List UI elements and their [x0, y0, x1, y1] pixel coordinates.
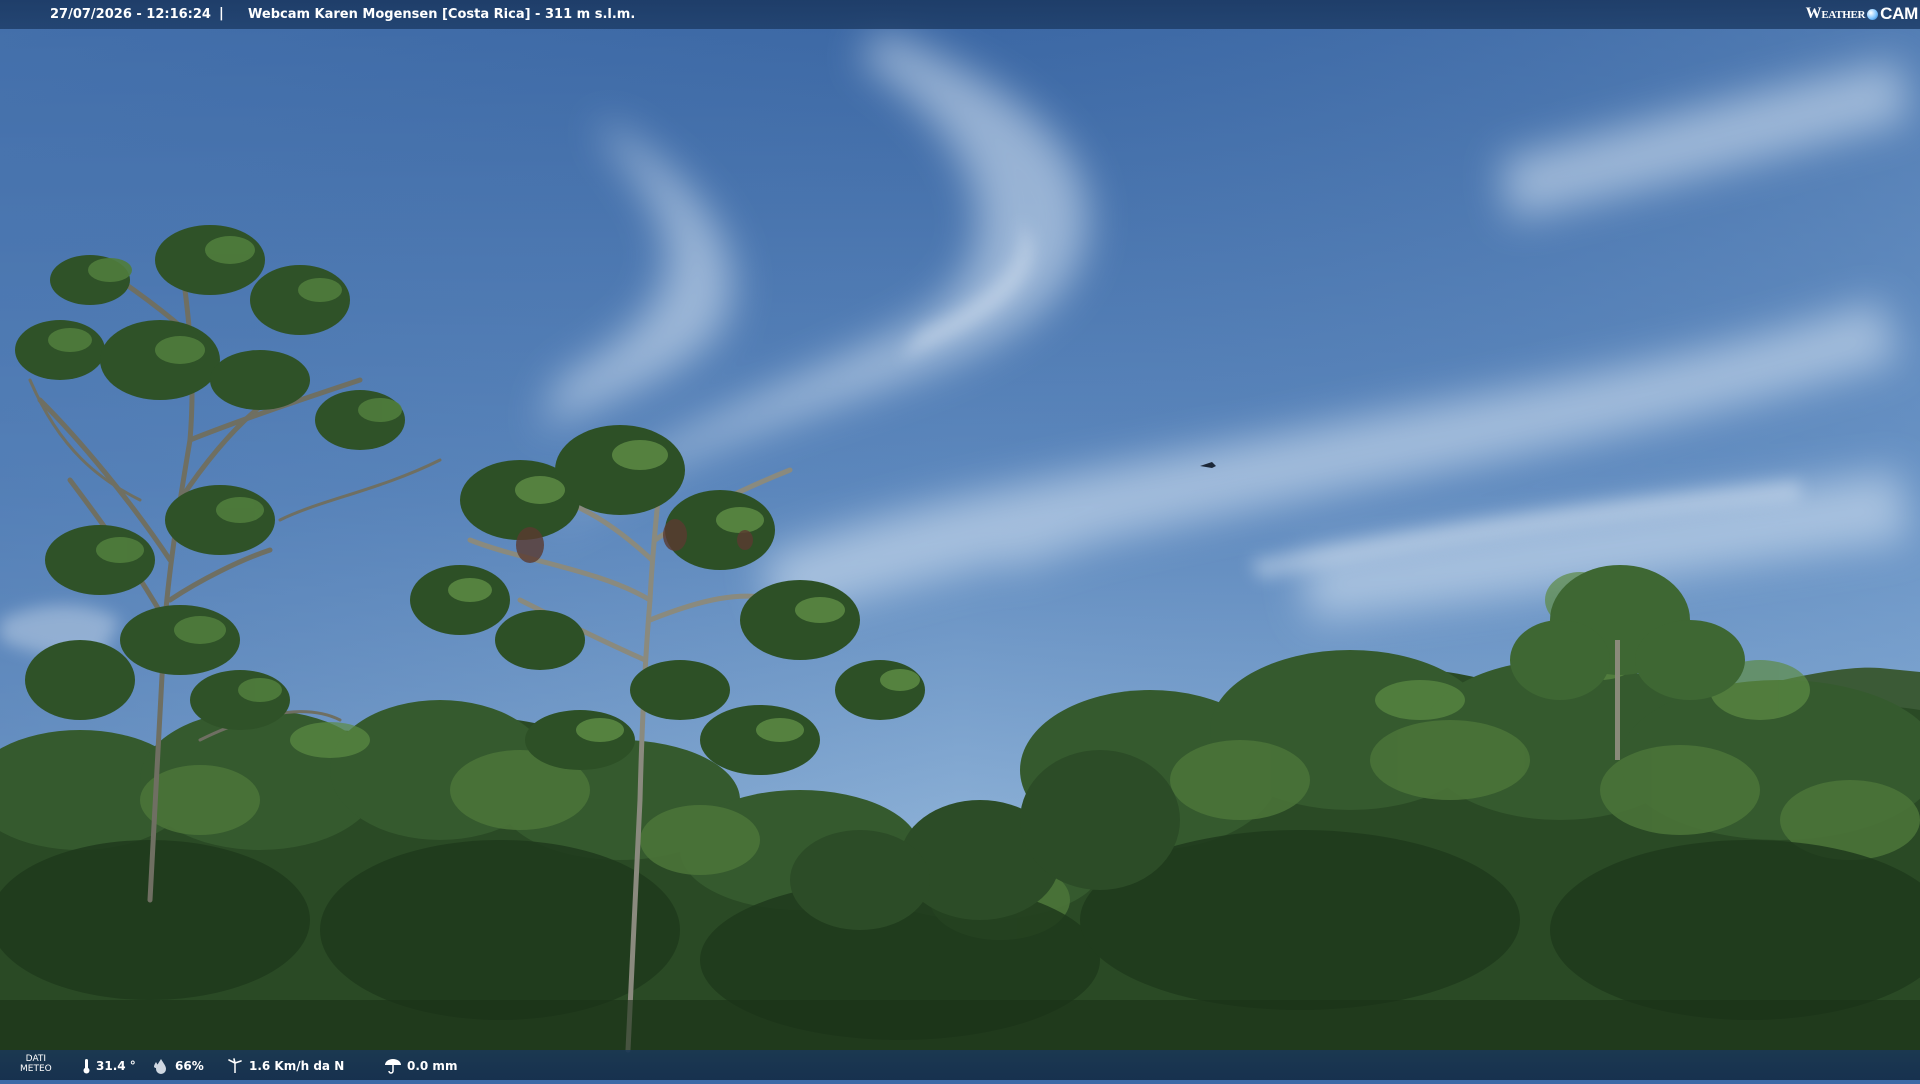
- humidity-metric: 66%: [152, 1058, 204, 1074]
- separator: |: [219, 6, 224, 21]
- weather-data-label: DATI METEO: [20, 1054, 52, 1074]
- rain-value: 0.0 mm: [407, 1059, 458, 1073]
- logo-word-cam: CAM: [1880, 4, 1918, 23]
- globe-icon: [1867, 8, 1879, 20]
- webcam-image: [0, 0, 1920, 1080]
- wind-icon: [226, 1058, 244, 1074]
- landscape-photo: [0, 0, 1920, 1080]
- webcam-title: Webcam Karen Mogensen [Costa Rica] - 311…: [248, 7, 636, 22]
- temperature-metric: 31.4 °: [82, 1058, 136, 1074]
- rain-metric: 0.0 mm: [384, 1058, 457, 1074]
- label-line-1: DATI: [25, 1054, 47, 1064]
- logo-word-weather: Weather: [1805, 5, 1866, 22]
- wind-metric: 1.6 Km/h da N: [226, 1058, 344, 1074]
- humidity-icon: [152, 1058, 170, 1074]
- wind-value: 1.6 Km/h da N: [249, 1059, 345, 1073]
- temperature-value: 31.4 °: [96, 1059, 136, 1073]
- top-info-bar: 27/07/2026 - 12:16:24 | Webcam Karen Mog…: [0, 0, 1920, 29]
- label-line-2: METEO: [20, 1064, 52, 1074]
- humidity-value: 66%: [175, 1059, 204, 1073]
- rain-icon: [384, 1058, 402, 1074]
- weathercam-logo[interactable]: Weather CAM: [1805, 3, 1919, 25]
- weather-data-bar: DATI METEO 31.4 ° 66% 1.6 Km/h da N 0.0 …: [0, 1050, 1920, 1080]
- timestamp: 27/07/2026 - 12:16:24: [50, 7, 211, 22]
- thermometer-icon: [82, 1058, 91, 1074]
